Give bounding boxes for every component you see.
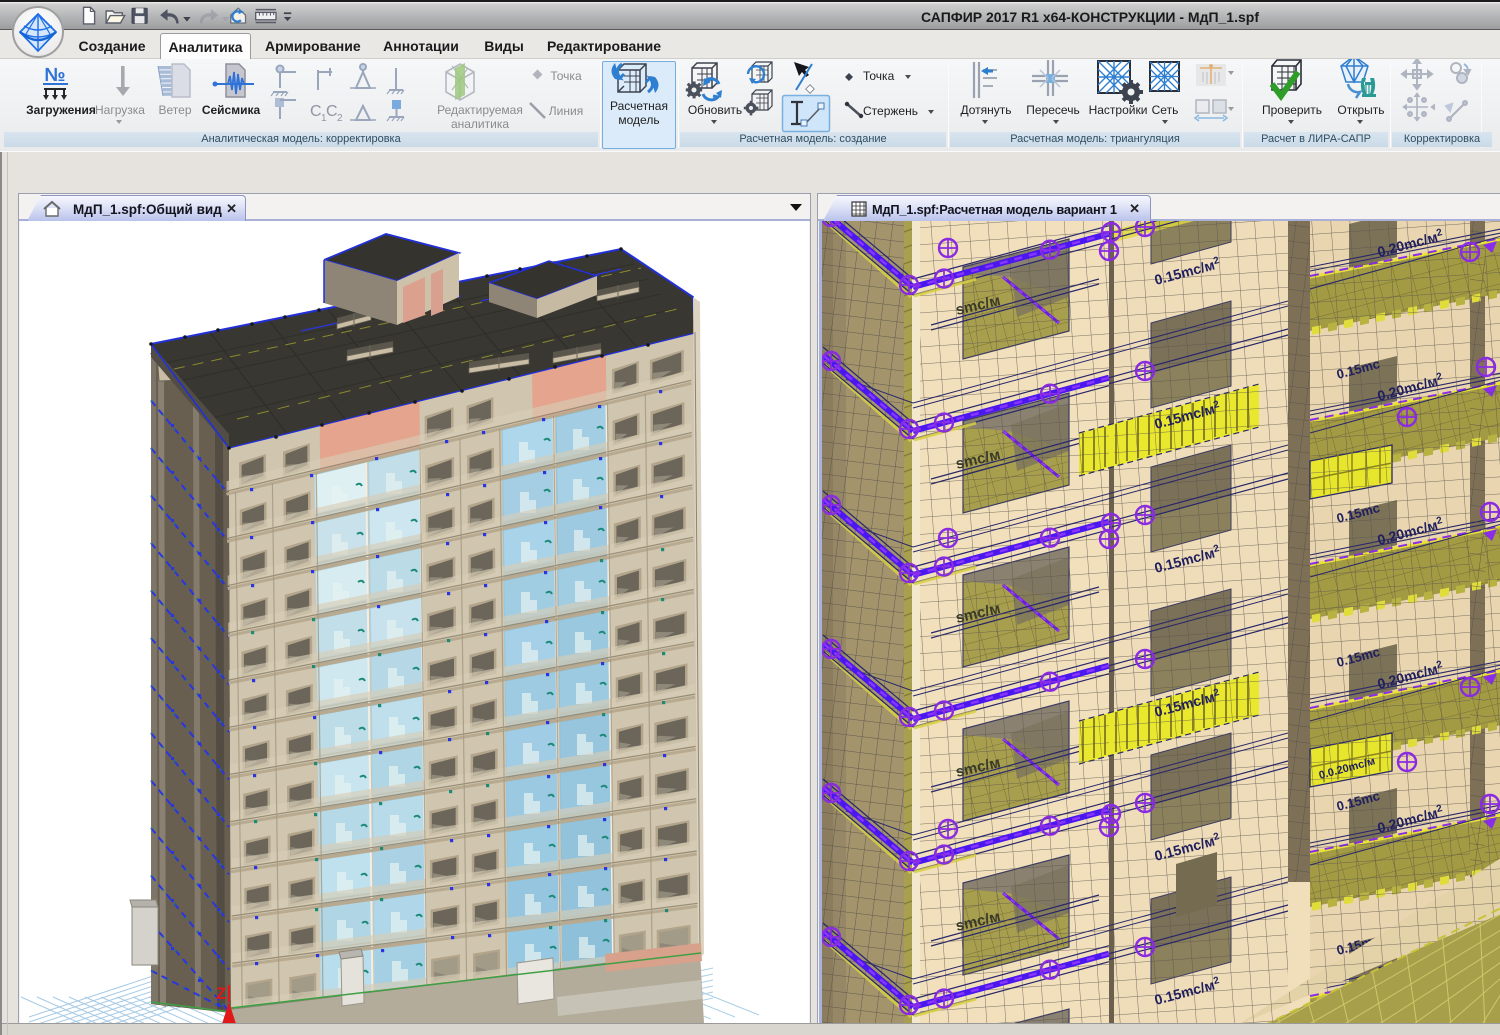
svg-text:C: C — [310, 103, 322, 120]
svg-text:Z: Z — [216, 984, 226, 1003]
svg-text:№: № — [44, 65, 65, 86]
svg-text:C: C — [326, 103, 338, 120]
svg-text:2: 2 — [337, 113, 343, 124]
